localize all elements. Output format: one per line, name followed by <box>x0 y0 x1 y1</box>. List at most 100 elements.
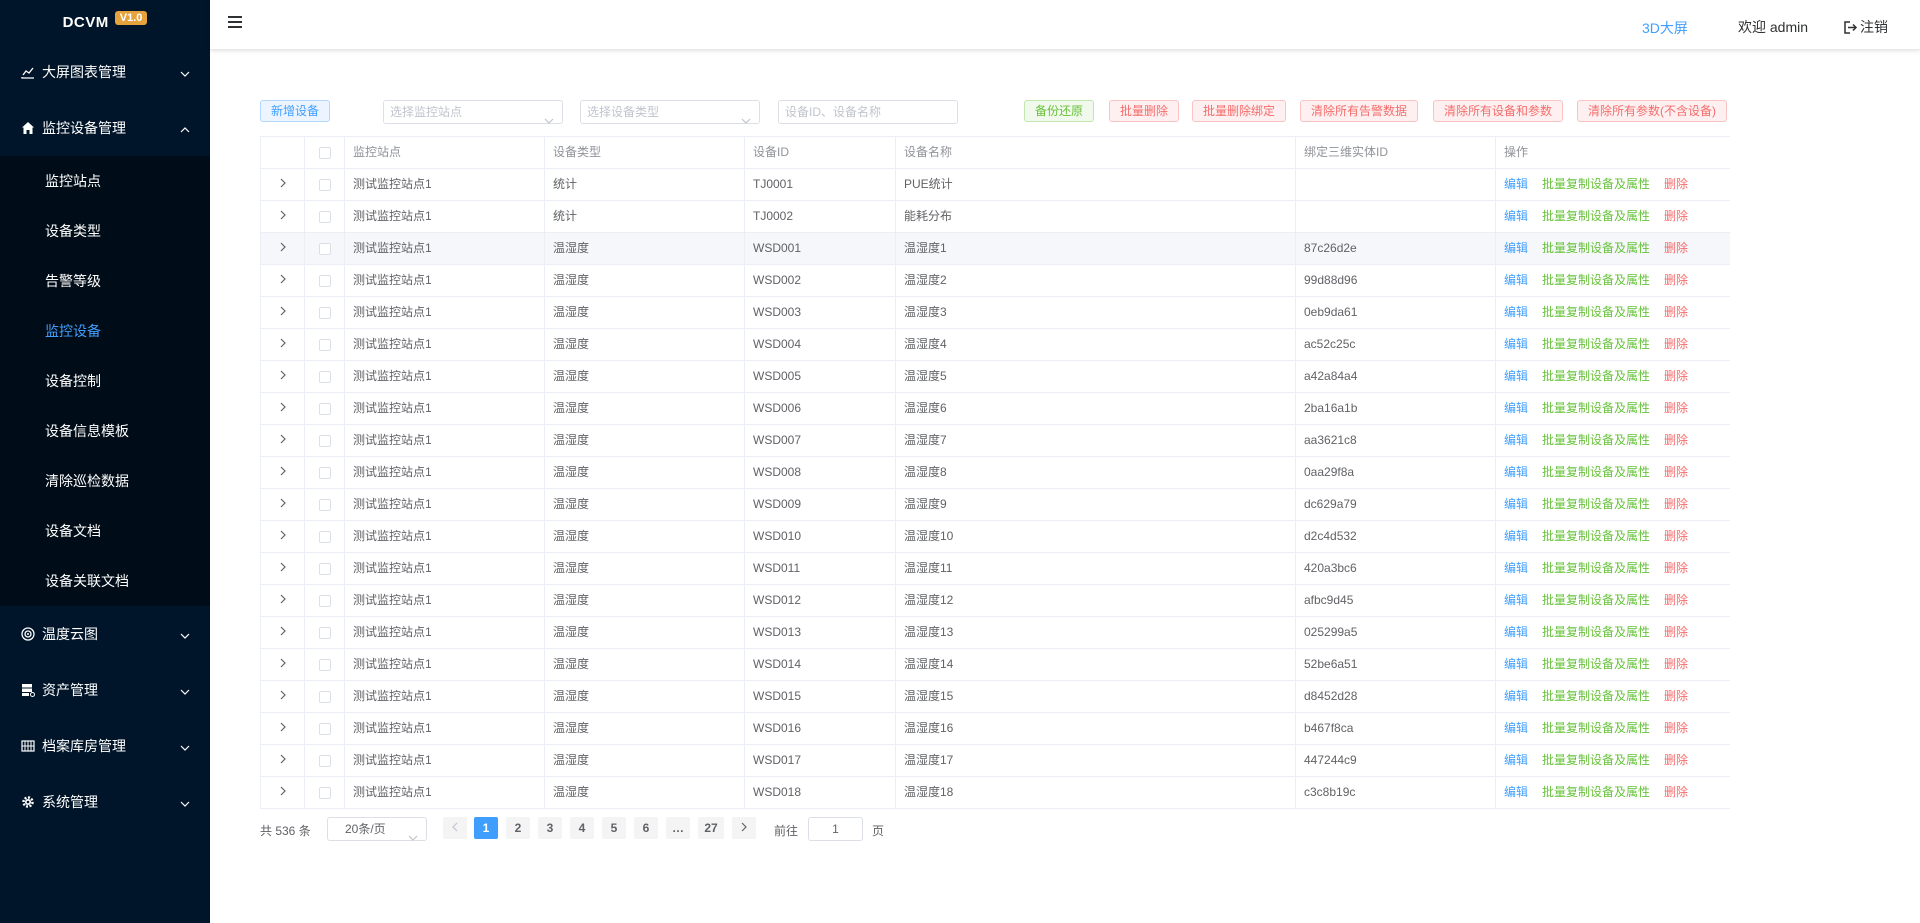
expand-row-button[interactable] <box>261 425 305 456</box>
hamburger-menu-icon[interactable] <box>228 16 242 30</box>
batch-copy-link[interactable]: 批量复制设备及属性 <box>1542 561 1650 575</box>
row-checkbox[interactable] <box>305 457 345 488</box>
delete-link[interactable]: 删除 <box>1664 177 1688 191</box>
more-pages-button[interactable]: … <box>666 817 690 839</box>
batch-copy-link[interactable]: 批量复制设备及属性 <box>1542 241 1650 255</box>
edit-link[interactable]: 编辑 <box>1504 721 1528 735</box>
delete-link[interactable]: 删除 <box>1664 401 1688 415</box>
expand-row-button[interactable] <box>261 617 305 648</box>
delete-link[interactable]: 删除 <box>1664 369 1688 383</box>
delete-link[interactable]: 删除 <box>1664 753 1688 767</box>
row-checkbox[interactable] <box>305 425 345 456</box>
batch-copy-link[interactable]: 批量复制设备及属性 <box>1542 433 1650 447</box>
expand-row-button[interactable] <box>261 713 305 744</box>
expand-row-button[interactable] <box>261 233 305 264</box>
delete-link[interactable]: 删除 <box>1664 337 1688 351</box>
select-all-checkbox[interactable] <box>305 137 345 168</box>
batch-copy-link[interactable]: 批量复制设备及属性 <box>1542 337 1650 351</box>
row-checkbox[interactable] <box>305 361 345 392</box>
page-button[interactable]: 4 <box>570 817 594 839</box>
edit-link[interactable]: 编辑 <box>1504 785 1528 799</box>
expand-row-button[interactable] <box>261 297 305 328</box>
row-checkbox[interactable] <box>305 169 345 200</box>
expand-row-button[interactable] <box>261 329 305 360</box>
type-select[interactable]: 选择设备类型 <box>580 100 760 124</box>
row-checkbox[interactable] <box>305 521 345 552</box>
expand-row-button[interactable] <box>261 681 305 712</box>
expand-row-button[interactable] <box>261 649 305 680</box>
batch-copy-link[interactable]: 批量复制设备及属性 <box>1542 497 1650 511</box>
batch-copy-link[interactable]: 批量复制设备及属性 <box>1542 465 1650 479</box>
logout-button[interactable]: 注销 <box>1844 17 1888 37</box>
delete-link[interactable]: 删除 <box>1664 529 1688 543</box>
sidebar-item-related-docs[interactable]: 设备关联文档 <box>0 556 210 606</box>
prev-page-button[interactable] <box>443 817 467 839</box>
row-checkbox[interactable] <box>305 777 345 808</box>
clear-params-button[interactable]: 清除所有参数(不含设备) <box>1577 100 1727 122</box>
menu-group-archives[interactable]: 档案库房管理 <box>0 718 210 774</box>
expand-row-button[interactable] <box>261 585 305 616</box>
delete-link[interactable]: 删除 <box>1664 433 1688 447</box>
menu-group-monitor[interactable]: 监控设备管理 <box>0 100 210 156</box>
edit-link[interactable]: 编辑 <box>1504 561 1528 575</box>
sidebar-item-device-docs[interactable]: 设备文档 <box>0 506 210 556</box>
edit-link[interactable]: 编辑 <box>1504 305 1528 319</box>
sidebar-item-sites[interactable]: 监控站点 <box>0 156 210 206</box>
edit-link[interactable]: 编辑 <box>1504 529 1528 543</box>
row-checkbox[interactable] <box>305 329 345 360</box>
row-checkbox[interactable] <box>305 617 345 648</box>
expand-row-button[interactable] <box>261 201 305 232</box>
row-checkbox[interactable] <box>305 265 345 296</box>
batch-copy-link[interactable]: 批量复制设备及属性 <box>1542 625 1650 639</box>
row-checkbox[interactable] <box>305 745 345 776</box>
edit-link[interactable]: 编辑 <box>1504 465 1528 479</box>
batch-copy-link[interactable]: 批量复制设备及属性 <box>1542 721 1650 735</box>
expand-row-button[interactable] <box>261 393 305 424</box>
search-input[interactable]: 设备ID、设备名称 <box>778 100 958 124</box>
menu-group-charts[interactable]: 大屏图表管理 <box>0 44 210 100</box>
page-button[interactable]: 1 <box>474 817 498 839</box>
delete-link[interactable]: 删除 <box>1664 721 1688 735</box>
edit-link[interactable]: 编辑 <box>1504 241 1528 255</box>
sidebar-item-alarm-levels[interactable]: 告警等级 <box>0 256 210 306</box>
delete-link[interactable]: 删除 <box>1664 241 1688 255</box>
edit-link[interactable]: 编辑 <box>1504 689 1528 703</box>
batch-copy-link[interactable]: 批量复制设备及属性 <box>1542 529 1650 543</box>
row-checkbox[interactable] <box>305 201 345 232</box>
expand-row-button[interactable] <box>261 265 305 296</box>
page-button[interactable]: 3 <box>538 817 562 839</box>
edit-link[interactable]: 编辑 <box>1504 369 1528 383</box>
edit-link[interactable]: 编辑 <box>1504 177 1528 191</box>
batch-copy-link[interactable]: 批量复制设备及属性 <box>1542 753 1650 767</box>
sidebar-item-clear-inspection[interactable]: 清除巡检数据 <box>0 456 210 506</box>
expand-row-button[interactable] <box>261 521 305 552</box>
next-page-button[interactable] <box>732 817 756 839</box>
clear-devices-params-button[interactable]: 清除所有设备和参数 <box>1433 100 1564 122</box>
menu-group-thermal[interactable]: 温度云图 <box>0 606 210 662</box>
batch-copy-link[interactable]: 批量复制设备及属性 <box>1542 657 1650 671</box>
clear-alarms-button[interactable]: 清除所有告警数据 <box>1300 100 1419 122</box>
row-checkbox[interactable] <box>305 553 345 584</box>
page-button[interactable]: 5 <box>602 817 626 839</box>
edit-link[interactable]: 编辑 <box>1504 657 1528 671</box>
delete-link[interactable]: 删除 <box>1664 689 1688 703</box>
expand-row-button[interactable] <box>261 489 305 520</box>
batch-copy-link[interactable]: 批量复制设备及属性 <box>1542 305 1650 319</box>
sidebar-item-device-types[interactable]: 设备类型 <box>0 206 210 256</box>
sidebar-item-devices[interactable]: 监控设备 <box>0 306 210 356</box>
sidebar-item-device-control[interactable]: 设备控制 <box>0 356 210 406</box>
expand-row-button[interactable] <box>261 777 305 808</box>
row-checkbox[interactable] <box>305 649 345 680</box>
delete-link[interactable]: 删除 <box>1664 785 1688 799</box>
edit-link[interactable]: 编辑 <box>1504 497 1528 511</box>
edit-link[interactable]: 编辑 <box>1504 273 1528 287</box>
edit-link[interactable]: 编辑 <box>1504 753 1528 767</box>
edit-link[interactable]: 编辑 <box>1504 209 1528 223</box>
delete-link[interactable]: 删除 <box>1664 305 1688 319</box>
batch-copy-link[interactable]: 批量复制设备及属性 <box>1542 593 1650 607</box>
batch-copy-link[interactable]: 批量复制设备及属性 <box>1542 689 1650 703</box>
delete-link[interactable]: 删除 <box>1664 497 1688 511</box>
goto-page-input[interactable]: 1 <box>808 817 863 841</box>
delete-link[interactable]: 删除 <box>1664 657 1688 671</box>
batch-copy-link[interactable]: 批量复制设备及属性 <box>1542 177 1650 191</box>
